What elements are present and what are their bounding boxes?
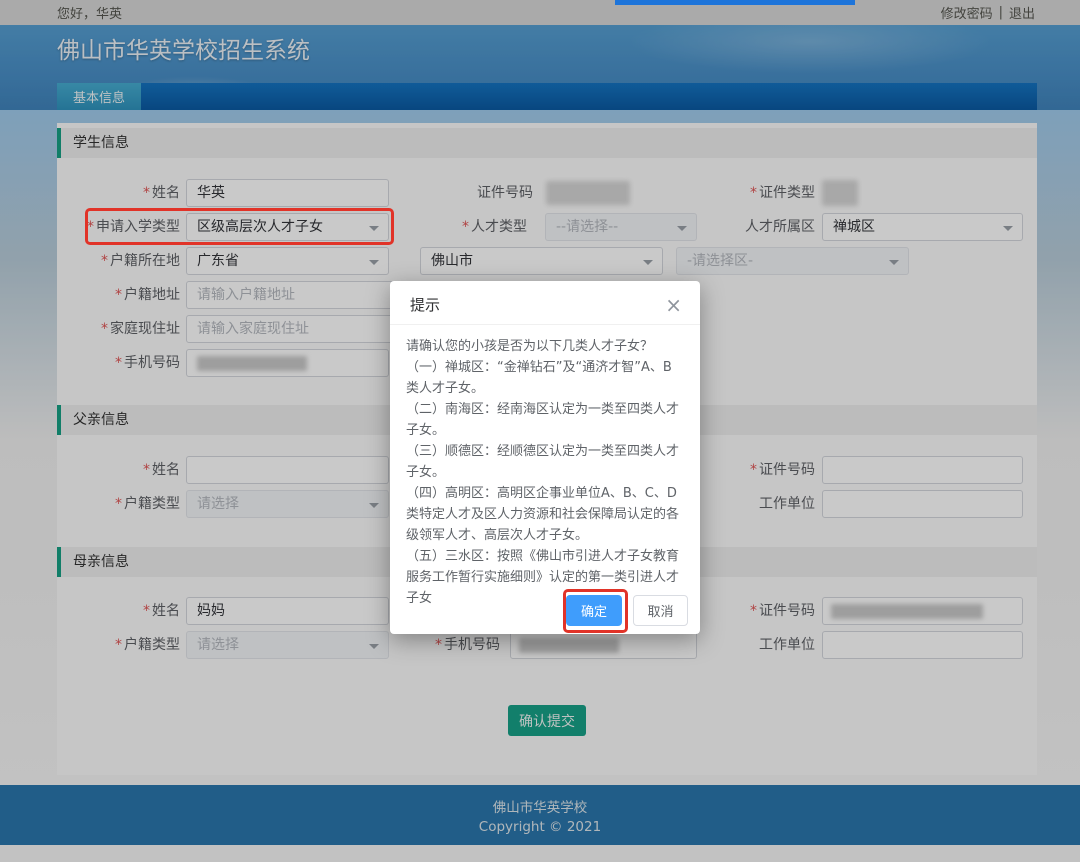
dialog-header: 提示 × xyxy=(390,281,700,325)
dialog-confirm-button[interactable]: 确定 xyxy=(566,595,622,626)
prompt-dialog: 提示 × 请确认您的小孩是否为以下几类人才子女？ （一）禅城区：“金禅钻石”及“… xyxy=(390,281,700,634)
dialog-cancel-button[interactable]: 取消 xyxy=(633,595,688,626)
top-loading-bar xyxy=(615,0,855,5)
dialog-footer: 确定 取消 xyxy=(566,595,688,626)
dialog-title: 提示 xyxy=(410,294,440,315)
dialog-body: 请确认您的小孩是否为以下几类人才子女？ （一）禅城区：“金禅钻石”及“通济才智”… xyxy=(390,325,700,609)
dialog-line: （一）禅城区：“金禅钻石”及“通济才智”A、B类人才子女。 xyxy=(406,357,684,399)
close-icon[interactable]: × xyxy=(665,297,682,313)
enrollment-page: 您好，华英 修改密码 | 退出 佛山市华英学校招生系统 基本信息 学生信息 *姓… xyxy=(0,0,1080,862)
dialog-line: （四）高明区：高明区企事业单位A、B、C、D类特定人才及区人力资源和社会保障局认… xyxy=(406,483,684,546)
dialog-line: （三）顺德区：经顺德区认定为一类至四类人才子女。 xyxy=(406,441,684,483)
dialog-line: 请确认您的小孩是否为以下几类人才子女？ xyxy=(406,336,684,357)
dialog-line: （二）南海区：经南海区认定为一类至四类人才子女。 xyxy=(406,399,684,441)
